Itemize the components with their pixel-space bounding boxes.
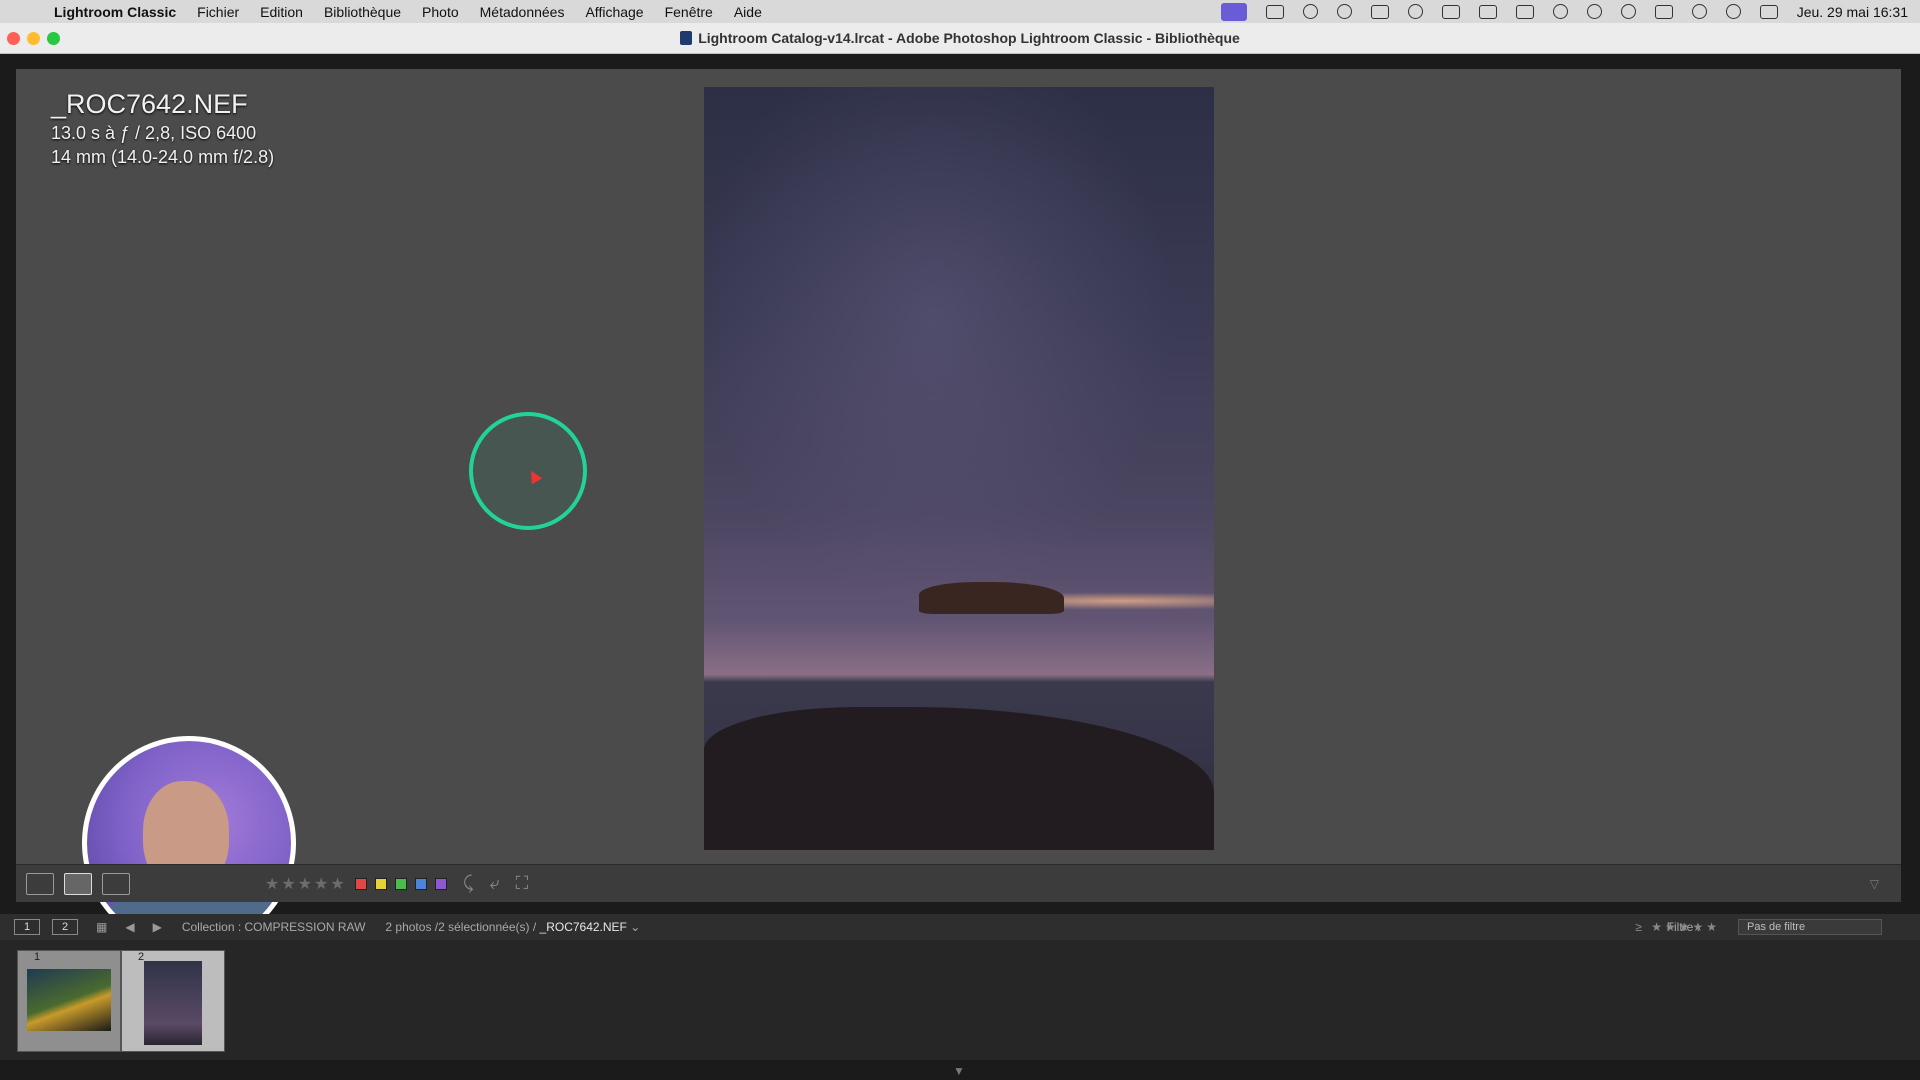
- filter-preset-select[interactable]: Pas de filtre: [1738, 919, 1882, 935]
- thumbnail-image: [27, 969, 111, 1031]
- rotate-right-icon[interactable]: ⤶: [490, 873, 500, 894]
- menu-edition[interactable]: Edition: [260, 4, 303, 20]
- menu-photo[interactable]: Photo: [422, 4, 459, 20]
- filmstrip-header: 1 2 ▦ ◀ ▶ Collection : COMPRESSION RAW 2…: [0, 914, 1920, 940]
- loupe-toolbar: ★★★★★ ⤹ ⤶ ⛶ ▽: [16, 864, 1901, 902]
- selection-file: _ROC7642.NEF: [539, 920, 627, 934]
- at-icon[interactable]: [1336, 4, 1352, 19]
- cursor-icon[interactable]: [1302, 4, 1318, 19]
- loupe-view-icon[interactable]: [64, 872, 92, 895]
- mouse-cursor-icon: [525, 467, 543, 485]
- cell-index: 1: [34, 951, 41, 963]
- crop-overlay-icon[interactable]: ⛶: [516, 873, 529, 894]
- user-icon[interactable]: [1552, 4, 1568, 19]
- premiere-icon[interactable]: [1370, 4, 1389, 19]
- clock[interactable]: Jeu. 29 mai 16:31: [1797, 4, 1908, 20]
- filter-rating-stars[interactable]: ≥ ★★★★★: [1635, 920, 1720, 934]
- label-purple[interactable]: [434, 877, 447, 890]
- label-blue[interactable]: [414, 877, 427, 890]
- capcut-icon[interactable]: [1478, 4, 1497, 19]
- toolbar-menu-chevron-icon[interactable]: ▽: [1870, 877, 1879, 891]
- battery-icon[interactable]: [1654, 4, 1673, 19]
- grid-view-icon[interactable]: [26, 872, 54, 895]
- milky-way: [704, 87, 1214, 660]
- info-lens: 14 mm (14.0-24.0 mm f/2.8): [51, 147, 275, 167]
- collection-label[interactable]: Collection : COMPRESSION RAW: [182, 920, 366, 934]
- rating-stars[interactable]: ★★★★★: [265, 874, 347, 894]
- thumbnail-image: [144, 961, 202, 1045]
- back-arrow-icon[interactable]: ◀: [125, 920, 134, 934]
- wifi-icon[interactable]: [1691, 4, 1707, 19]
- menu-bibliotheque[interactable]: Bibliothèque: [324, 4, 401, 20]
- main-photo[interactable]: [704, 87, 1214, 850]
- status-area: Jeu. 29 mai 16:31: [1220, 0, 1908, 23]
- lightroom-app: _ROC7642.NEF 13.0 s à ƒ / 2,8, ISO 6400 …: [0, 54, 1920, 1080]
- window-titlebar: Lightroom Catalog-v14.lrcat - Adobe Phot…: [0, 23, 1920, 54]
- loupe-view[interactable]: _ROC7642.NEF 13.0 s à ƒ / 2,8, ISO 6400 …: [16, 69, 1901, 864]
- catalog-icon: [680, 31, 693, 45]
- label-yellow[interactable]: [374, 877, 387, 890]
- filmstrip: 1 2: [0, 940, 1920, 1060]
- foreground-rocks: [704, 707, 1214, 850]
- filmstrip-cell[interactable]: 2: [121, 950, 225, 1052]
- menu-fichier[interactable]: Fichier: [197, 4, 239, 20]
- macos-menubar: Lightroom Classic Fichier Edition Biblio…: [0, 0, 1920, 23]
- window-title-text: Lightroom Catalog-v14.lrcat - Adobe Phot…: [698, 30, 1240, 46]
- compare-view-icon[interactable]: [102, 872, 130, 895]
- cursor-highlight: [469, 412, 587, 530]
- info-filename: _ROC7642.NEF: [51, 89, 248, 119]
- notes-icon[interactable]: [1441, 4, 1460, 19]
- menu-metadonnees[interactable]: Métadonnées: [480, 4, 565, 20]
- grid-icon[interactable]: ▦: [96, 920, 107, 934]
- video-icon[interactable]: [1265, 4, 1284, 19]
- info-exposure: 13.0 s à ƒ / 2,8, ISO 6400: [51, 123, 257, 143]
- creative-cloud-icon[interactable]: [1407, 4, 1423, 19]
- menu-aide[interactable]: Aide: [734, 4, 762, 20]
- secondary-screen-button[interactable]: 2: [52, 919, 78, 935]
- selection-prefix: 2 photos /2 sélectionnée(s) /: [385, 920, 537, 934]
- screen-share-icon[interactable]: [1220, 2, 1247, 21]
- filmstrip-cell[interactable]: 1: [17, 950, 121, 1052]
- label-red[interactable]: [354, 877, 367, 890]
- forward-arrow-icon[interactable]: ▶: [153, 920, 162, 934]
- label-green[interactable]: [394, 877, 407, 890]
- menu-fenetre[interactable]: Fenêtre: [665, 4, 713, 20]
- window-layout-icon[interactable]: [1515, 4, 1534, 19]
- menu-affichage[interactable]: Affichage: [585, 4, 643, 20]
- selection-chevron-icon: ⌄: [630, 920, 641, 934]
- window-title: Lightroom Catalog-v14.lrcat - Adobe Phot…: [0, 30, 1920, 46]
- selection-info[interactable]: 2 photos /2 sélectionnée(s) / _ROC7642.N…: [385, 920, 640, 934]
- filmstrip-toggle-icon[interactable]: ▼: [953, 1064, 965, 1078]
- control-center-icon[interactable]: [1759, 4, 1778, 19]
- search-icon[interactable]: [1725, 4, 1741, 19]
- main-screen-button[interactable]: 1: [14, 919, 40, 935]
- island-fort: [919, 582, 1064, 614]
- info-overlay: _ROC7642.NEF 13.0 s à ƒ / 2,8, ISO 6400 …: [51, 87, 274, 169]
- time-machine-icon[interactable]: [1620, 4, 1636, 19]
- play-icon[interactable]: [1586, 4, 1602, 19]
- menu-app-name[interactable]: Lightroom Classic: [54, 4, 176, 20]
- rotate-left-icon[interactable]: ⤹: [463, 873, 474, 894]
